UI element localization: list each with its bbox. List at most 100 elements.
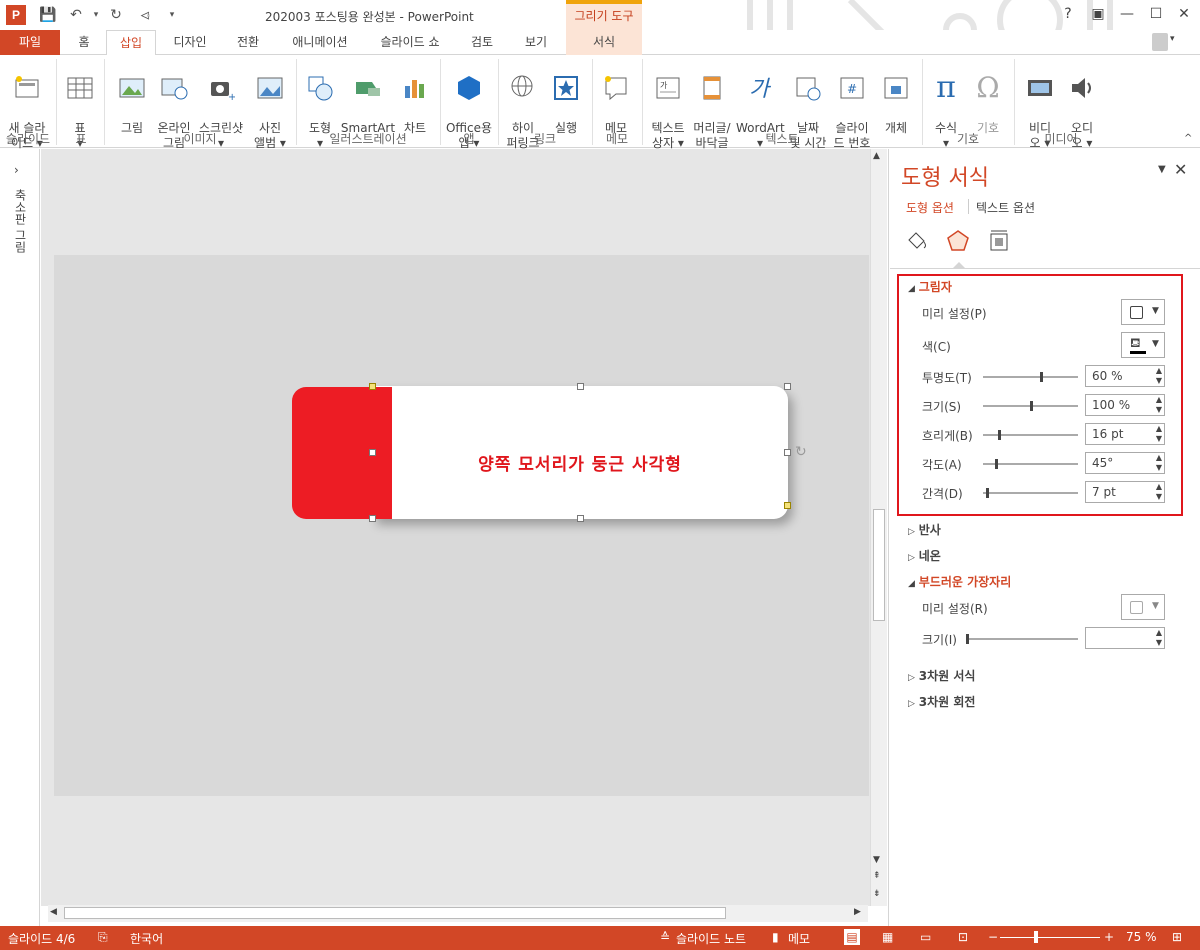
soft-edges-section-header[interactable]: ◢ 부드러운 가장자리 — [908, 573, 1011, 590]
text-options-tab[interactable]: 텍스트 옵션 — [976, 199, 1035, 216]
undo-icon[interactable]: ↶ — [66, 6, 86, 24]
thumbnail-pane-collapsed[interactable]: › 축소판 그림 — [0, 149, 40, 926]
minimize-icon[interactable]: — — [1117, 6, 1137, 24]
slide-sorter-icon[interactable]: ▦ — [882, 930, 893, 944]
angle-slider[interactable] — [983, 459, 1078, 469]
undo-dropdown-icon[interactable]: ▾ — [86, 6, 106, 24]
distance-input[interactable]: 7 pt ▲ ▼ — [1085, 481, 1165, 503]
tab-format[interactable]: 서식 — [566, 30, 642, 55]
scroll-right-icon[interactable]: ▶ — [854, 907, 861, 917]
next-slide-icon[interactable]: ⇟ — [873, 889, 881, 899]
3d-rotation-section-header[interactable]: ▷ 3차원 회전 — [908, 693, 975, 710]
slide-canvas[interactable] — [54, 255, 869, 796]
blur-input[interactable]: 16 pt ▲ ▼ — [1085, 423, 1165, 445]
shadow-color-dropdown[interactable]: ⛾ ▼ — [1121, 332, 1165, 358]
resize-handle-top[interactable] — [577, 383, 584, 390]
shape-options-tab[interactable]: 도형 옵션 — [906, 199, 954, 216]
3d-format-section-header[interactable]: ▷ 3차원 서식 — [908, 667, 975, 684]
shadow-section-header[interactable]: ◢ 그림자 — [908, 278, 952, 295]
tab-animations[interactable]: 애니메이션 — [280, 30, 360, 55]
user-avatar[interactable] — [1152, 33, 1168, 51]
chart-button[interactable]: 차트 — [398, 59, 432, 136]
zoom-level[interactable]: 75 % — [1126, 930, 1157, 944]
reading-view-icon[interactable]: ▭ — [920, 930, 931, 944]
shadow-preset-dropdown[interactable]: ▼ — [1121, 299, 1165, 325]
rotate-handle-icon[interactable]: ↻ — [795, 444, 807, 460]
soft-edges-size-input[interactable]: ▲ ▼ — [1085, 627, 1165, 649]
distance-slider[interactable] — [983, 488, 1078, 498]
transparency-input[interactable]: 60 % ▲ ▼ — [1085, 365, 1165, 387]
pane-close-icon[interactable]: ✕ — [1174, 160, 1187, 179]
language-indicator[interactable]: 한국어 — [130, 930, 163, 947]
expand-thumbnails-icon[interactable]: › — [14, 163, 19, 177]
horizontal-scroll-thumb[interactable] — [64, 907, 726, 919]
size-input[interactable]: 100 % ▲ ▼ — [1085, 394, 1165, 416]
help-icon[interactable]: ? — [1058, 6, 1078, 24]
comments-button[interactable]: 메모 — [788, 930, 810, 947]
comments-icon[interactable]: ▮ — [772, 930, 779, 944]
smartart-button[interactable]: SmartArt — [340, 59, 396, 136]
soft-edges-size-slider[interactable] — [966, 634, 1078, 644]
object-button[interactable]: 개체 — [878, 59, 914, 136]
symbol-button[interactable]: Ω 기호 — [970, 59, 1006, 136]
horizontal-scrollbar[interactable]: ◀ ▶ — [48, 905, 868, 922]
resize-handle-top-right[interactable] — [784, 383, 791, 390]
scroll-down-icon[interactable]: ▼ — [873, 855, 880, 865]
tab-review[interactable]: 검토 — [460, 30, 504, 55]
tab-transitions[interactable]: 전환 — [226, 30, 270, 55]
shape-text[interactable]: 양쪽 모서리가 둥근 사각형 — [372, 450, 788, 475]
tab-home[interactable]: 홈 — [66, 30, 102, 55]
glow-section-header[interactable]: ▷ 네온 — [908, 547, 941, 564]
soft-edges-preset-dropdown[interactable]: ▼ — [1121, 594, 1165, 620]
save-icon[interactable]: 💾 — [38, 6, 58, 24]
tab-file[interactable]: 파일 — [0, 30, 60, 55]
effects-icon[interactable] — [945, 228, 971, 257]
resize-handle-left[interactable] — [369, 449, 376, 456]
fill-line-icon[interactable] — [904, 228, 930, 257]
close-icon[interactable]: ✕ — [1174, 6, 1194, 24]
scroll-up-icon[interactable]: ▲ — [873, 151, 880, 161]
spell-check-icon[interactable]: ⎘ — [98, 930, 108, 945]
slideshow-view-icon[interactable]: ⊡ — [958, 930, 968, 944]
maximize-icon[interactable]: ☐ — [1146, 6, 1166, 24]
collapse-ribbon-icon[interactable]: ^ — [1184, 133, 1192, 144]
size-properties-icon[interactable] — [986, 228, 1012, 257]
angle-input[interactable]: 45° ▲ ▼ — [1085, 452, 1165, 474]
transparency-slider[interactable] — [983, 372, 1078, 382]
blur-slider[interactable] — [983, 430, 1078, 440]
action-button[interactable]: 실행 — [548, 59, 584, 136]
zoom-out-icon[interactable]: − — [988, 930, 998, 944]
zoom-slider-thumb[interactable] — [1034, 931, 1038, 943]
pane-options-icon[interactable]: ▼ — [1158, 164, 1166, 175]
resize-handle-right[interactable] — [784, 449, 791, 456]
fit-to-window-icon[interactable]: ⊞ — [1172, 930, 1182, 944]
notes-icon[interactable]: ≙ — [660, 930, 670, 944]
tab-design[interactable]: 디자인 — [162, 30, 218, 55]
slide-counter[interactable]: 슬라이드 4/6 — [8, 930, 75, 947]
customize-toolbar-icon[interactable]: ▾ — [162, 6, 182, 24]
comment-button[interactable]: 메모 — [598, 59, 634, 136]
vertical-scrollbar[interactable]: ▲ ▼ ⇞ ⇟ — [870, 149, 887, 906]
tab-view[interactable]: 보기 — [514, 30, 558, 55]
previous-slide-icon[interactable]: ⇞ — [873, 871, 881, 881]
ribbon-display-icon[interactable]: ▣ — [1088, 6, 1108, 24]
reflection-section-header[interactable]: ▷ 반사 — [908, 521, 941, 538]
zoom-slider[interactable] — [1000, 937, 1100, 938]
tab-slideshow[interactable]: 슬라이드 쇼 — [370, 30, 450, 55]
resize-handle-bottom-left[interactable] — [369, 515, 376, 522]
notes-button[interactable]: 슬라이드 노트 — [676, 930, 746, 947]
size-slider[interactable] — [983, 401, 1078, 411]
resize-handle-bottom[interactable] — [577, 515, 584, 522]
scroll-left-icon[interactable]: ◀ — [50, 907, 57, 917]
zoom-in-icon[interactable]: + — [1104, 930, 1114, 944]
redo-icon[interactable]: ↻ — [106, 6, 126, 24]
adjust-handle[interactable] — [369, 383, 376, 390]
normal-view-icon[interactable]: ▤ — [844, 929, 860, 945]
adjust-handle-bottom[interactable] — [784, 502, 791, 509]
slideshow-from-start-icon[interactable]: ⏿ — [135, 6, 155, 24]
shadow-preset-label: 미리 설정(P) — [922, 307, 987, 321]
user-dropdown-icon[interactable]: ▾ — [1170, 34, 1175, 44]
vertical-scroll-thumb[interactable] — [873, 509, 885, 621]
tab-insert[interactable]: 삽입 — [106, 30, 156, 56]
picture-button[interactable]: 그림 — [114, 59, 150, 136]
